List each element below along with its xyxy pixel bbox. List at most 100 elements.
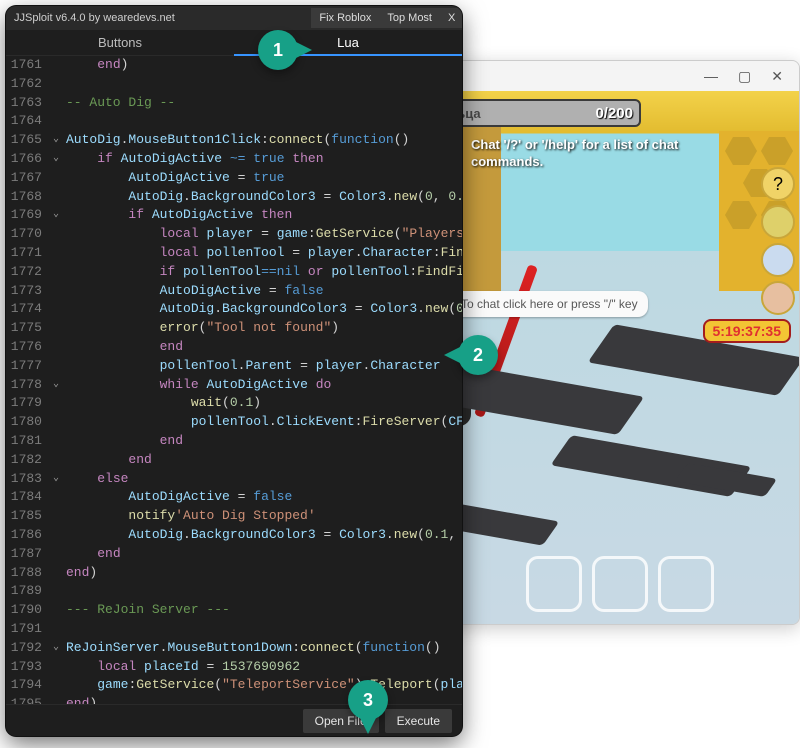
code-line[interactable]: 1767 AutoDigActive = true xyxy=(6,169,462,188)
fold-icon xyxy=(48,695,64,704)
code-line[interactable]: 1782 end xyxy=(6,451,462,470)
side-icon-3[interactable] xyxy=(761,243,795,277)
window-close-button[interactable]: ✕ xyxy=(771,68,783,85)
fold-icon xyxy=(48,282,64,301)
code-line[interactable]: 1793 local placeId = 1537690962 xyxy=(6,658,462,677)
code-text: pollenTool.ClickEvent:FireServer(CFrame. xyxy=(64,413,462,432)
line-number: 1762 xyxy=(6,75,48,94)
chat-help-text: Chat '/?' or '/help' for a list of chat … xyxy=(471,137,701,171)
fold-icon[interactable]: ⌄ xyxy=(48,131,64,150)
fold-icon[interactable]: ⌄ xyxy=(48,639,64,658)
pollen-count: 0/200 xyxy=(595,105,633,122)
code-line[interactable]: 1771 local pollenTool = player.Character… xyxy=(6,244,462,263)
line-number: 1784 xyxy=(6,488,48,507)
fold-icon[interactable]: ⌄ xyxy=(48,376,64,395)
code-line[interactable]: 1778⌄ while AutoDigActive do xyxy=(6,376,462,395)
line-number: 1779 xyxy=(6,394,48,413)
code-line[interactable]: 1788end) xyxy=(6,564,462,583)
fold-icon xyxy=(48,75,64,94)
top-most-button[interactable]: Top Most xyxy=(379,8,440,28)
code-line[interactable]: 1765⌄AutoDig.MouseButton1Click:connect(f… xyxy=(6,131,462,150)
code-line[interactable]: 1761 end) xyxy=(6,56,462,75)
code-line[interactable]: 1786 AutoDig.BackgroundColor3 = Color3.n… xyxy=(6,526,462,545)
code-text: end xyxy=(64,432,183,451)
hotbar-slot[interactable] xyxy=(526,556,582,612)
code-line[interactable]: 1774 AutoDig.BackgroundColor3 = Color3.n… xyxy=(6,300,462,319)
code-text: notify'Auto Dig Stopped' xyxy=(64,507,316,526)
code-line[interactable]: 1780 pollenTool.ClickEvent:FireServer(CF… xyxy=(6,413,462,432)
code-line[interactable]: 1776 end xyxy=(6,338,462,357)
code-line[interactable]: 1763-- Auto Dig -- xyxy=(6,94,462,113)
code-line[interactable]: 1792⌄ReJoinServer.MouseButton1Down:conne… xyxy=(6,639,462,658)
line-number: 1786 xyxy=(6,526,48,545)
code-text: pollenTool.Parent = player.Character xyxy=(64,357,441,376)
code-line[interactable]: 1790--- ReJoin Server --- xyxy=(6,601,462,620)
code-text: local player = game:GetService("Players"… xyxy=(64,225,462,244)
code-line[interactable]: 1783⌄ else xyxy=(6,470,462,489)
code-line[interactable]: 1772 if pollenTool==nil or pollenTool:Fi… xyxy=(6,263,462,282)
code-line[interactable]: 1762 xyxy=(6,75,462,94)
fold-icon xyxy=(48,526,64,545)
code-text xyxy=(64,620,66,639)
code-line[interactable]: 1789 xyxy=(6,582,462,601)
fold-icon xyxy=(48,357,64,376)
chat-input[interactable]: To chat click here or press "/" key xyxy=(451,291,648,317)
fold-icon[interactable]: ⌄ xyxy=(48,470,64,489)
code-text: end) xyxy=(64,564,97,583)
code-line[interactable]: 1795end) xyxy=(6,695,462,704)
line-number: 1761 xyxy=(6,56,48,75)
code-line[interactable]: 1791 xyxy=(6,620,462,639)
line-number: 1794 xyxy=(6,676,48,695)
fold-icon xyxy=(48,601,64,620)
line-number: 1782 xyxy=(6,451,48,470)
code-text: --- ReJoin Server --- xyxy=(64,601,230,620)
editor-bottom-bar: Open File Execute xyxy=(6,704,462,736)
code-text: AutoDig.BackgroundColor3 = Color3.new(0.… xyxy=(64,300,462,319)
code-line[interactable]: 1777 pollenTool.Parent = player.Characte… xyxy=(6,357,462,376)
code-line[interactable]: 1787 end xyxy=(6,545,462,564)
code-line[interactable]: 1773 AutoDigActive = false xyxy=(6,282,462,301)
code-line[interactable]: 1784 AutoDigActive = false xyxy=(6,488,462,507)
line-number: 1791 xyxy=(6,620,48,639)
code-editor[interactable]: 1761 end)17621763-- Auto Dig --17641765⌄… xyxy=(6,56,462,704)
window-minimize-button[interactable]: — xyxy=(704,68,718,84)
window-maximize-button[interactable]: ▢ xyxy=(738,68,751,85)
callout-3: 3 xyxy=(348,680,388,720)
fold-icon[interactable]: ⌄ xyxy=(48,150,64,169)
line-number: 1770 xyxy=(6,225,48,244)
fold-icon xyxy=(48,507,64,526)
code-text: end xyxy=(64,338,183,357)
code-text: wait(0.1) xyxy=(64,394,261,413)
code-text: end xyxy=(64,545,121,564)
code-line[interactable]: 1785 notify'Auto Dig Stopped' xyxy=(6,507,462,526)
code-line[interactable]: 1775 error("Tool not found") xyxy=(6,319,462,338)
tab-buttons[interactable]: Buttons xyxy=(6,30,234,56)
code-text xyxy=(64,582,66,601)
line-number: 1773 xyxy=(6,282,48,301)
callout-1: 1 xyxy=(258,30,298,70)
fold-icon xyxy=(48,676,64,695)
code-line[interactable]: 1781 end xyxy=(6,432,462,451)
hotbar-slot[interactable] xyxy=(592,556,648,612)
code-line[interactable]: 1769⌄ if AutoDigActive then xyxy=(6,206,462,225)
code-text: ReJoinServer.MouseButton1Down:connect(fu… xyxy=(64,639,441,658)
code-line[interactable]: 1766⌄ if AutoDigActive ~= true then xyxy=(6,150,462,169)
side-icon-help[interactable]: ? xyxy=(761,167,795,201)
fold-icon xyxy=(48,319,64,338)
code-line[interactable]: 1764 xyxy=(6,112,462,131)
code-line[interactable]: 1779 wait(0.1) xyxy=(6,394,462,413)
code-line[interactable]: 1794 game:GetService("TeleportService"):… xyxy=(6,676,462,695)
fold-icon[interactable]: ⌄ xyxy=(48,206,64,225)
code-text: local pollenTool = player.Character:Find… xyxy=(64,244,462,263)
side-icon-4[interactable] xyxy=(761,281,795,315)
line-number: 1765 xyxy=(6,131,48,150)
execute-button[interactable]: Execute xyxy=(385,709,452,733)
hotbar-slot[interactable] xyxy=(658,556,714,612)
fix-roblox-button[interactable]: Fix Roblox xyxy=(311,8,379,28)
fold-icon xyxy=(48,263,64,282)
editor-close-button[interactable]: X xyxy=(440,8,462,28)
fold-icon xyxy=(48,244,64,263)
code-line[interactable]: 1768 AutoDig.BackgroundColor3 = Color3.n… xyxy=(6,188,462,207)
side-icon-2[interactable] xyxy=(761,205,795,239)
code-line[interactable]: 1770 local player = game:GetService("Pla… xyxy=(6,225,462,244)
